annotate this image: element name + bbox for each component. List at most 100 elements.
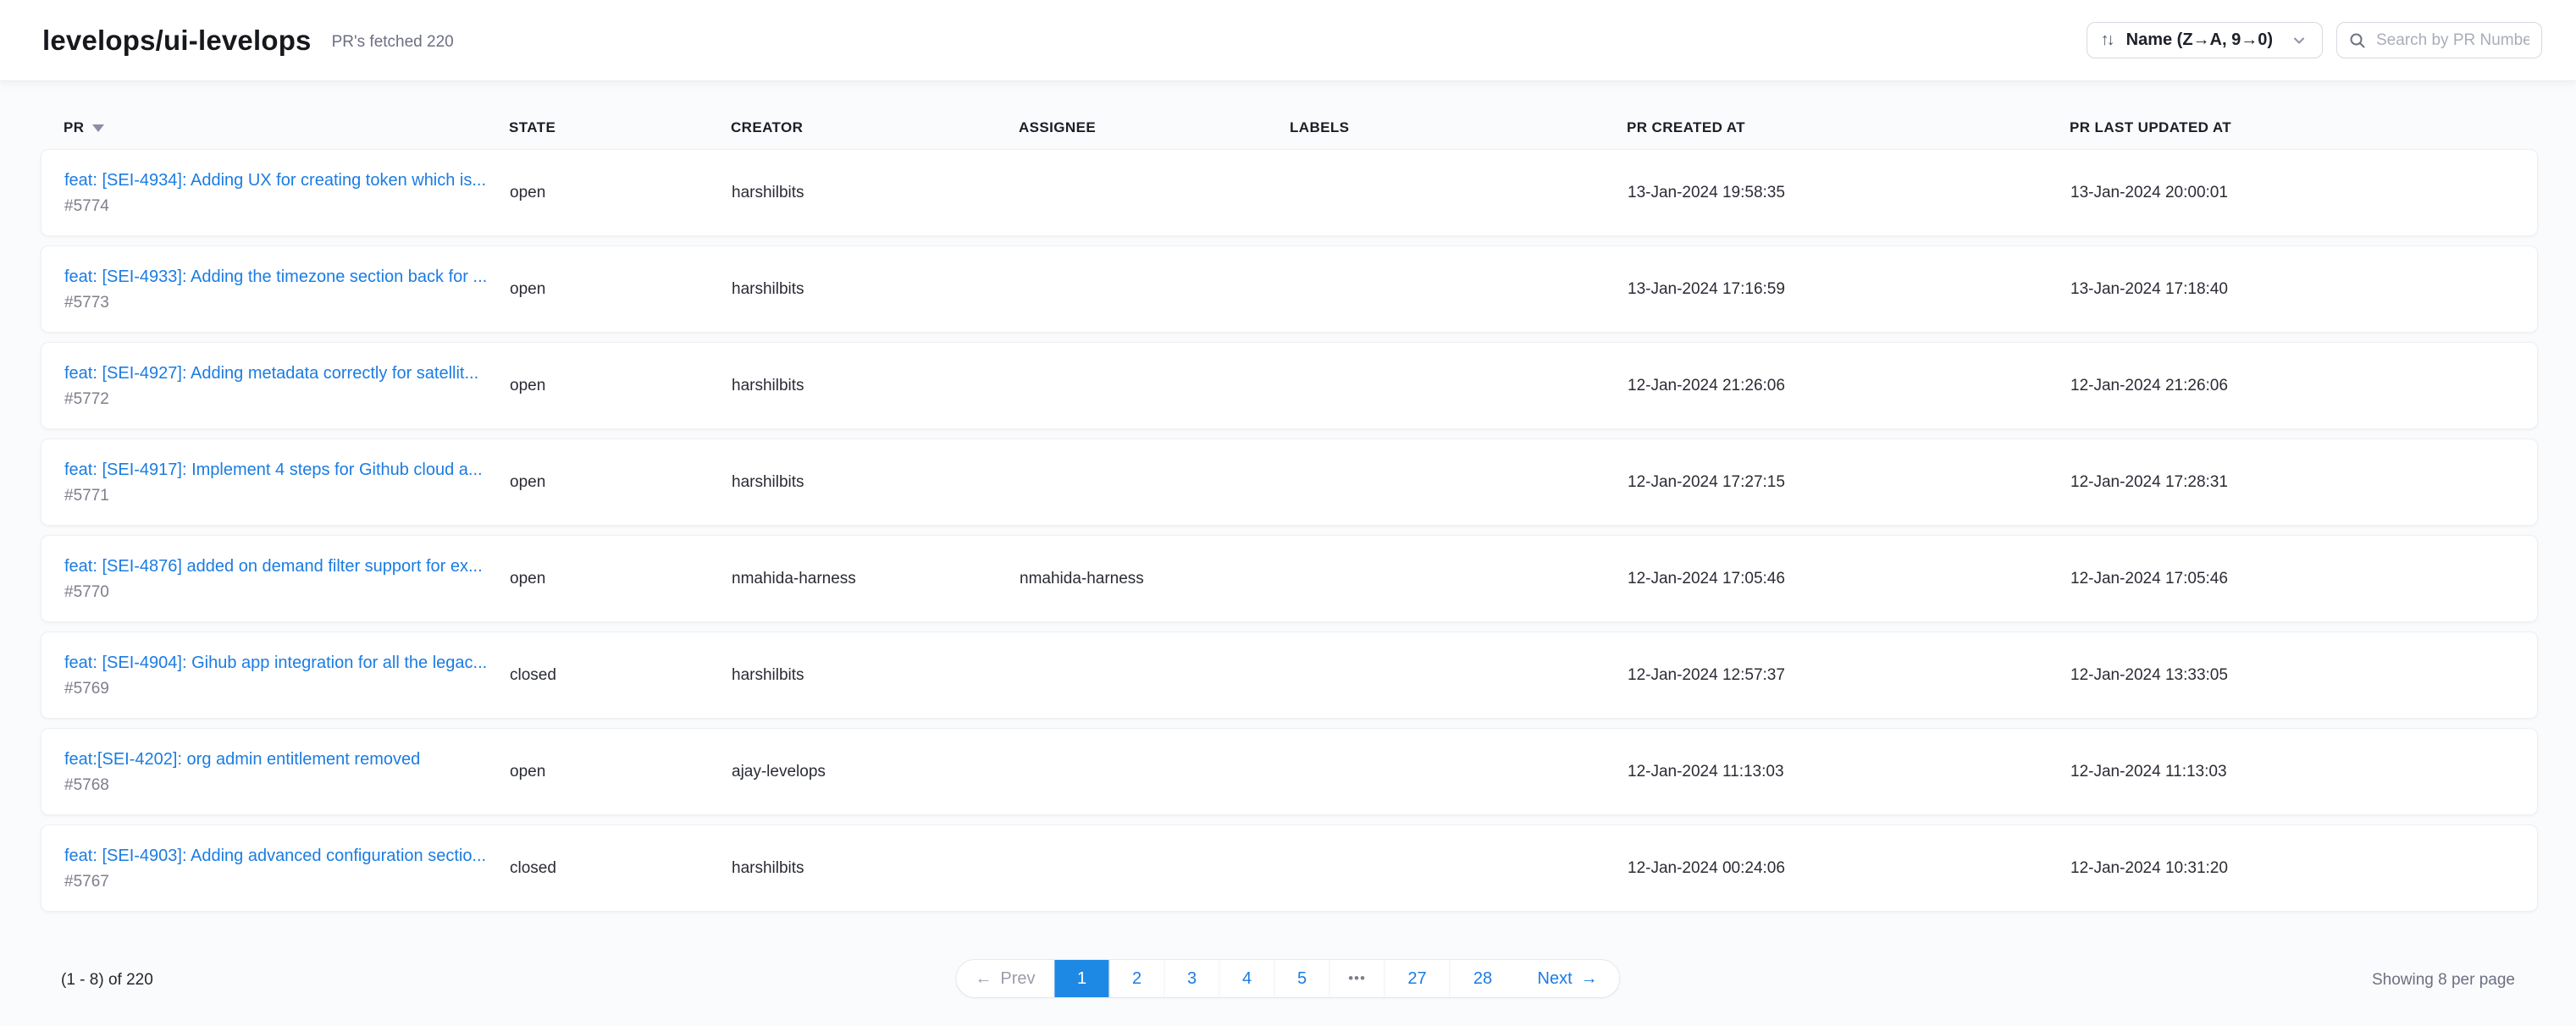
sort-arrows-icon: ↑↓ (2101, 30, 2113, 50)
pr-number: #5770 (64, 584, 510, 600)
pr-creator: harshilbits (732, 280, 1020, 299)
pr-title-link[interactable]: feat: [SEI-4933]: Adding the timezone se… (64, 268, 492, 285)
column-header-creator: CREATOR (731, 119, 1019, 136)
pr-last-updated-at: 13-Jan-2024 17:18:40 (2070, 280, 2514, 299)
pr-last-updated-at: 12-Jan-2024 10:31:20 (2070, 859, 2514, 878)
pr-creator: nmahida-harness (732, 570, 1020, 588)
pr-cell: feat:[SEI-4202]: org admin entitlement r… (64, 751, 510, 793)
pr-state: open (510, 184, 732, 202)
pr-title-link[interactable]: feat: [SEI-4904]: Gihub app integration … (64, 654, 492, 671)
page-button[interactable]: 27 (1385, 960, 1451, 997)
pr-state: open (510, 377, 732, 395)
pr-creator: harshilbits (732, 184, 1020, 202)
pr-cell: feat: [SEI-4933]: Adding the timezone se… (64, 268, 510, 311)
pagination: ← Prev 12345•••2728 Next → (955, 959, 1620, 998)
pr-created-at: 12-Jan-2024 17:27:15 (1628, 473, 2070, 492)
pr-state: closed (510, 666, 732, 685)
pr-last-updated-at: 12-Jan-2024 11:13:03 (2070, 763, 2514, 781)
pr-table-body: feat: [SEI-4934]: Adding UX for creating… (41, 149, 2538, 912)
pr-cell: feat: [SEI-4903]: Adding advanced config… (64, 847, 510, 890)
pr-last-updated-at: 12-Jan-2024 17:05:46 (2070, 570, 2514, 588)
pr-assignee: nmahida-harness (1020, 570, 1291, 588)
pr-title-link[interactable]: feat: [SEI-4934]: Adding UX for creating… (64, 172, 492, 189)
pr-number: #5774 (64, 198, 510, 214)
pr-created-at: 12-Jan-2024 11:13:03 (1628, 763, 2070, 781)
pr-creator: harshilbits (732, 666, 1020, 685)
column-header-pr[interactable]: PR (64, 119, 509, 136)
pr-number: #5773 (64, 295, 510, 311)
right-arrow-icon: → (1581, 969, 1598, 989)
pr-state: open (510, 570, 732, 588)
pr-created-at: 12-Jan-2024 17:05:46 (1628, 570, 2070, 588)
pr-creator: harshilbits (732, 473, 1020, 492)
pr-row: feat: [SEI-4876] added on demand filter … (41, 535, 2538, 622)
search-input[interactable] (2376, 31, 2529, 50)
prev-page-button[interactable]: ← Prev (956, 960, 1054, 997)
pr-title-link[interactable]: feat: [SEI-4927]: Adding metadata correc… (64, 365, 492, 382)
pr-created-at: 13-Jan-2024 19:58:35 (1628, 184, 2070, 202)
left-arrow-icon: ← (975, 969, 992, 989)
pr-row: feat: [SEI-4917]: Implement 4 steps for … (41, 439, 2538, 526)
page-button[interactable]: 2 (1110, 960, 1165, 997)
page-button[interactable]: 5 (1275, 960, 1330, 997)
page-button[interactable]: 4 (1220, 960, 1275, 997)
pr-state: open (510, 763, 732, 781)
column-header-assignee: ASSIGNEE (1019, 119, 1290, 136)
pr-list-content: PR STATE CREATOR ASSIGNEE LABELS PR CREA… (0, 81, 2576, 1026)
page-button[interactable]: 28 (1451, 960, 1516, 997)
page-title: levelops/ui-levelops (42, 25, 312, 57)
pr-fetched-count: PR's fetched 220 (332, 33, 454, 52)
pr-title-link[interactable]: feat: [SEI-4876] added on demand filter … (64, 558, 492, 575)
pr-cell: feat: [SEI-4917]: Implement 4 steps for … (64, 461, 510, 504)
pr-state: open (510, 280, 732, 299)
pr-last-updated-at: 13-Jan-2024 20:00:01 (2070, 184, 2514, 202)
pr-number: #5768 (64, 777, 510, 793)
pr-number: #5769 (64, 681, 510, 697)
pr-creator: harshilbits (732, 377, 1020, 395)
search-container (2336, 22, 2542, 58)
chevron-down-icon (2291, 33, 2307, 48)
table-header-row: PR STATE CREATOR ASSIGNEE LABELS PR CREA… (41, 107, 2538, 149)
pr-row: feat: [SEI-4933]: Adding the timezone se… (41, 245, 2538, 333)
per-page-label: Showing 8 per page (2372, 971, 2515, 990)
pr-number: #5771 (64, 488, 510, 504)
column-header-state: STATE (509, 119, 731, 136)
pr-row: feat: [SEI-4927]: Adding metadata correc… (41, 342, 2538, 429)
pr-last-updated-at: 12-Jan-2024 13:33:05 (2070, 666, 2514, 685)
top-bar-actions: ↑↓ Name (Z→A, 9→0) (2087, 22, 2542, 58)
pr-title-link[interactable]: feat: [SEI-4903]: Adding advanced config… (64, 847, 492, 864)
pagination-range: (1 - 8) of 220 (61, 971, 153, 990)
pr-creator: ajay-levelops (732, 763, 1020, 781)
page-button[interactable]: 3 (1165, 960, 1220, 997)
pr-created-at: 12-Jan-2024 12:57:37 (1628, 666, 2070, 685)
pr-row: feat: [SEI-4903]: Adding advanced config… (41, 825, 2538, 912)
page-ellipsis-button[interactable]: ••• (1330, 960, 1385, 997)
pr-state: open (510, 473, 732, 492)
pr-last-updated-at: 12-Jan-2024 21:26:06 (2070, 377, 2514, 395)
pr-row: feat: [SEI-4934]: Adding UX for creating… (41, 149, 2538, 236)
next-page-button[interactable]: Next → (1516, 960, 1620, 997)
pr-number: #5772 (64, 391, 510, 407)
table-footer: (1 - 8) of 220 ← Prev 12345•••2728 Next … (0, 944, 2576, 1026)
pr-title-link[interactable]: feat: [SEI-4917]: Implement 4 steps for … (64, 461, 492, 478)
page-buttons: 12345•••2728 (1055, 960, 1516, 997)
search-icon (2349, 32, 2366, 49)
column-header-updated: PR LAST UPDATED AT (2070, 119, 2515, 136)
pr-row: feat: [SEI-4904]: Gihub app integration … (41, 632, 2538, 719)
pr-creator: harshilbits (732, 859, 1020, 878)
pr-state: closed (510, 859, 732, 878)
sort-dropdown[interactable]: ↑↓ Name (Z→A, 9→0) (2087, 22, 2323, 58)
column-header-created: PR CREATED AT (1627, 119, 2070, 136)
pr-cell: feat: [SEI-4927]: Adding metadata correc… (64, 365, 510, 407)
pr-row: feat:[SEI-4202]: org admin entitlement r… (41, 728, 2538, 815)
pr-created-at: 12-Jan-2024 21:26:06 (1628, 377, 2070, 395)
top-bar: levelops/ui-levelops PR's fetched 220 ↑↓… (0, 0, 2576, 81)
sort-selected-value: Name (Z→A, 9→0) (2126, 30, 2273, 50)
page-button[interactable]: 1 (1055, 960, 1110, 997)
pr-cell: feat: [SEI-4934]: Adding UX for creating… (64, 172, 510, 214)
pr-number: #5767 (64, 874, 510, 890)
pr-title-link[interactable]: feat:[SEI-4202]: org admin entitlement r… (64, 751, 492, 768)
pr-created-at: 12-Jan-2024 00:24:06 (1628, 859, 2070, 878)
sort-desc-icon (92, 124, 104, 132)
pr-created-at: 13-Jan-2024 17:16:59 (1628, 280, 2070, 299)
